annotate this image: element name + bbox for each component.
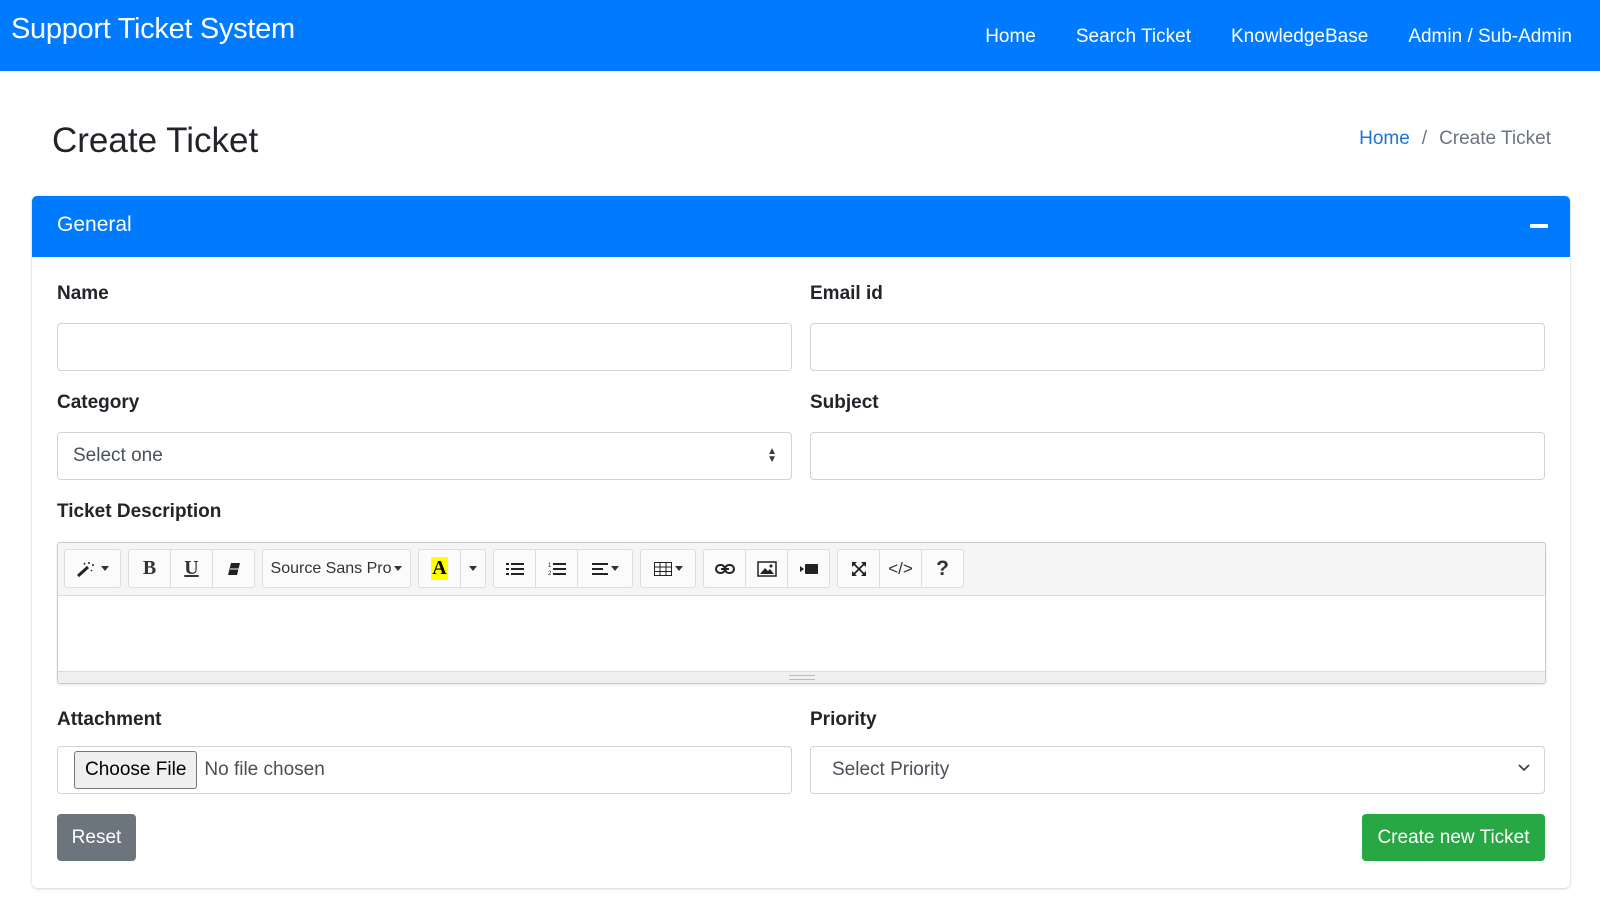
attachment-file-input[interactable]: Choose File No file chosen xyxy=(57,746,792,794)
nav-link-knowledgebase[interactable]: KnowledgeBase xyxy=(1231,24,1368,48)
resize-grip-icon[interactable] xyxy=(788,675,815,680)
bold-button[interactable]: B xyxy=(128,549,171,588)
editor-toolbar: B U Source Sans Pro A 12 </> ? xyxy=(58,543,1545,596)
nav-menu: Home Search Ticket KnowledgeBase Admin /… xyxy=(985,0,1600,71)
chevron-down-icon xyxy=(1518,759,1530,777)
priority-label: Priority xyxy=(810,709,877,730)
create-ticket-button[interactable]: Create new Ticket xyxy=(1362,814,1545,861)
image-icon xyxy=(756,560,777,577)
highlight-a-icon: A xyxy=(431,557,448,580)
reset-button[interactable]: Reset xyxy=(57,814,136,861)
caret-down-icon xyxy=(469,566,477,571)
rich-text-editor: B U Source Sans Pro A 12 </> ? xyxy=(57,542,1546,684)
name-input[interactable] xyxy=(57,323,792,371)
ordered-list-button[interactable]: 12 xyxy=(535,549,578,588)
link-button[interactable] xyxy=(703,549,746,588)
editor-statusbar xyxy=(58,671,1545,683)
caret-down-icon xyxy=(101,566,109,571)
caret-down-icon xyxy=(610,566,619,571)
attachment-label: Attachment xyxy=(57,709,162,730)
font-family-dropdown[interactable]: Source Sans Pro xyxy=(262,549,411,588)
eraser-icon xyxy=(227,562,240,575)
priority-select[interactable]: Select Priority xyxy=(810,746,1545,794)
breadcrumb: Home / Create Ticket xyxy=(1359,128,1551,150)
align-left-icon xyxy=(591,562,608,575)
nav-link-search-ticket[interactable]: Search Ticket xyxy=(1076,24,1191,48)
card-title: General xyxy=(57,213,132,236)
font-family-value: Source Sans Pro xyxy=(270,559,392,577)
help-button[interactable]: ? xyxy=(921,549,964,588)
caret-down-icon xyxy=(674,566,683,571)
caret-down-icon xyxy=(394,566,403,571)
nav-link-home[interactable]: Home xyxy=(985,24,1036,48)
code-view-button[interactable]: </> xyxy=(879,549,922,588)
bullet-list-icon xyxy=(505,562,524,575)
fullscreen-button[interactable] xyxy=(837,549,880,588)
link-icon xyxy=(714,563,735,574)
paragraph-align-button[interactable] xyxy=(577,549,633,588)
breadcrumb-current: Create Ticket xyxy=(1439,128,1551,149)
style-magic-button[interactable] xyxy=(64,549,121,588)
table-button[interactable] xyxy=(640,549,696,588)
picture-button[interactable] xyxy=(745,549,788,588)
table-icon xyxy=(653,561,672,576)
unordered-list-button[interactable] xyxy=(493,549,536,588)
choose-file-button[interactable]: Choose File xyxy=(74,751,198,789)
breadcrumb-home-link[interactable]: Home xyxy=(1359,128,1410,150)
email-input[interactable] xyxy=(810,323,1545,371)
video-icon xyxy=(799,563,818,574)
magic-wand-icon xyxy=(76,561,94,577)
priority-selected-value: Select Priority xyxy=(832,759,950,780)
video-button[interactable] xyxy=(787,549,830,588)
underline-button[interactable]: U xyxy=(170,549,213,588)
svg-text:2: 2 xyxy=(548,571,552,577)
file-status: No file chosen xyxy=(204,759,325,780)
fullscreen-icon xyxy=(851,561,866,576)
sort-arrows-icon: ▲ ▼ xyxy=(767,446,777,465)
card-header: General xyxy=(32,196,1570,257)
brand-title[interactable]: Support Ticket System xyxy=(11,13,295,46)
category-label: Category xyxy=(57,392,140,413)
clear-format-button[interactable] xyxy=(212,549,255,588)
subject-label: Subject xyxy=(810,392,879,413)
text-color-button[interactable]: A xyxy=(418,549,461,588)
description-label: Ticket Description xyxy=(57,501,222,522)
category-selected-value: Select one xyxy=(73,445,163,466)
color-dropdown-button[interactable] xyxy=(460,549,486,588)
svg-text:1: 1 xyxy=(548,563,552,569)
subject-input[interactable] xyxy=(810,432,1545,480)
description-editable-area[interactable] xyxy=(58,596,1545,671)
email-label: Email id xyxy=(810,283,883,304)
numbered-list-icon: 12 xyxy=(548,562,566,577)
nav-link-admin[interactable]: Admin / Sub-Admin xyxy=(1408,24,1572,48)
breadcrumb-separator: / xyxy=(1421,128,1428,149)
collapse-minus-icon[interactable] xyxy=(1530,224,1548,228)
top-navbar: Support Ticket System Home Search Ticket… xyxy=(0,0,1600,71)
page-title: Create Ticket xyxy=(52,121,259,160)
category-select[interactable]: Select one ▲ ▼ xyxy=(57,432,792,480)
name-label: Name xyxy=(57,283,109,304)
